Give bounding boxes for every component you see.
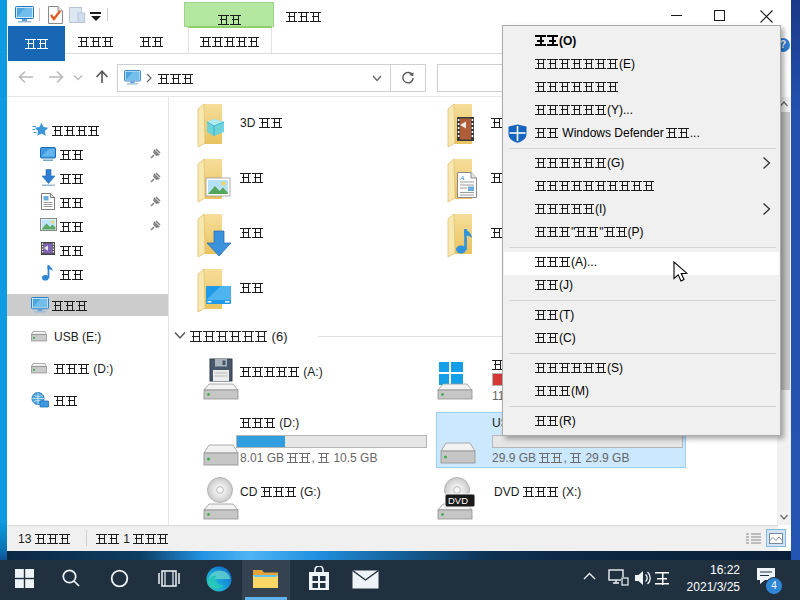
- svg-text:DVD: DVD: [448, 495, 468, 506]
- svg-text:A: A: [459, 174, 465, 182]
